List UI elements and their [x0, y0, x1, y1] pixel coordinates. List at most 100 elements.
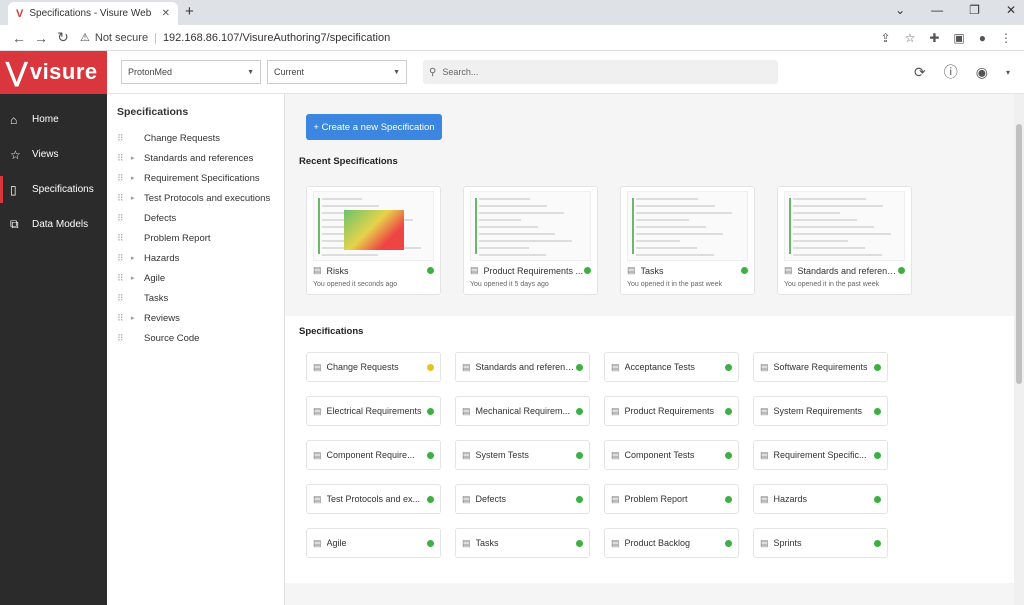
spec-card[interactable]: ▤ Product Requirements — [604, 396, 739, 426]
drag-handle-icon[interactable]: ⠿ — [117, 213, 131, 224]
expand-arrow-icon[interactable]: ▸ — [131, 254, 144, 262]
drag-handle-icon[interactable]: ⠿ — [117, 153, 131, 164]
search-input[interactable]: ⚲ Search... — [423, 60, 778, 84]
spec-card[interactable]: ▤ System Tests — [455, 440, 590, 470]
drag-handle-icon[interactable]: ⠿ — [117, 233, 131, 244]
expand-arrow-icon[interactable]: ▸ — [131, 154, 144, 162]
spec-card[interactable]: ▤ Mechanical Requirem... — [455, 396, 590, 426]
back-icon[interactable]: ← — [8, 30, 30, 46]
spec-card[interactable]: ▤ Hazards — [753, 484, 888, 514]
tree-item[interactable]: ⠿ Defects — [117, 208, 284, 228]
tree-item[interactable]: ⠿ ▸ Hazards — [117, 248, 284, 268]
refresh-icon[interactable]: ⟳ — [914, 64, 926, 81]
recent-spec-card[interactable]: ▤ Tasks You opened it in the past week — [620, 186, 755, 295]
visure-logo[interactable]: ⋁ visure — [0, 50, 107, 94]
spec-card[interactable]: ▤ Sprints — [753, 528, 888, 558]
minimize-icon[interactable]: — — [931, 3, 943, 17]
spec-card[interactable]: ▤ Agile — [306, 528, 441, 558]
tab-close-icon[interactable]: ✕ — [162, 8, 170, 19]
tree-item[interactable]: ⠿ ▸ Agile — [117, 268, 284, 288]
spec-card[interactable]: ▤ Requirement Specific... — [753, 440, 888, 470]
window-close-icon[interactable]: ✕ — [1006, 3, 1016, 17]
document-icon: ▤ — [760, 537, 769, 548]
spec-card[interactable]: ▤ Problem Report — [604, 484, 739, 514]
spec-name: Agile — [326, 538, 347, 548]
forward-icon[interactable]: → — [30, 30, 52, 46]
spec-card[interactable]: ▤ Software Requirements — [753, 352, 888, 382]
spec-card[interactable]: ▤ Standards and references — [455, 352, 590, 382]
spec-card[interactable]: ▤ Defects — [455, 484, 590, 514]
drag-handle-icon[interactable]: ⠿ — [117, 293, 131, 304]
project-select[interactable]: ProtonMed ▼ — [121, 60, 261, 84]
reload-icon[interactable]: ↻ — [52, 29, 74, 46]
expand-arrow-icon[interactable]: ▸ — [131, 314, 144, 322]
spec-card[interactable]: ▤ Component Tests — [604, 440, 739, 470]
drag-handle-icon[interactable]: ⠿ — [117, 193, 131, 204]
tab-search-icon[interactable]: ⌄ — [895, 3, 905, 17]
drag-handle-icon[interactable]: ⠿ — [117, 273, 131, 284]
sidebar-item-views[interactable]: ☆ Views — [0, 137, 107, 172]
restore-icon[interactable]: ❐ — [969, 3, 980, 17]
tree-item[interactable]: ⠿ ▸ Reviews — [117, 308, 284, 328]
document-icon: ▤ — [784, 265, 793, 275]
status-dot — [427, 407, 434, 415]
tree-item[interactable]: ⠿ Problem Report — [117, 228, 284, 248]
spec-card[interactable]: ▤ Electrical Requirements — [306, 396, 441, 426]
spec-card[interactable]: ▤ Acceptance Tests — [604, 352, 739, 382]
expand-arrow-icon[interactable]: ▸ — [131, 194, 144, 202]
spec-card[interactable]: ▤ Product Backlog — [604, 528, 739, 558]
spec-card[interactable]: ▤ System Requirements — [753, 396, 888, 426]
browser-menu-icon[interactable]: ⋮ — [1000, 31, 1012, 45]
help-icon[interactable]: ⓘ — [944, 62, 958, 82]
extensions-icon[interactable]: ✚ — [929, 31, 939, 45]
sidepanel-icon[interactable]: ▣ — [953, 31, 964, 45]
url-input[interactable]: ⚠ Not secure | 192.168.86.107/VisureAuth… — [80, 31, 881, 45]
drag-handle-icon[interactable]: ⠿ — [117, 173, 131, 184]
sidebar-item-specifications[interactable]: ▯ Specifications — [0, 172, 107, 207]
recent-spec-card[interactable]: ▤ Product Requirements ... You opened it 5… — [463, 186, 598, 295]
status-dot — [576, 539, 583, 547]
scrollbar-thumb[interactable] — [1016, 124, 1022, 384]
recent-spec-opened: You opened it in the past week — [627, 281, 723, 288]
drag-handle-icon[interactable]: ⠿ — [117, 333, 131, 344]
version-select[interactable]: Current ▼ — [267, 60, 407, 84]
user-menu-chevron-icon[interactable]: ▾ — [1006, 68, 1010, 77]
profile-icon[interactable]: ● — [979, 31, 986, 45]
new-tab-icon[interactable]: + — [185, 3, 194, 20]
recent-spec-card[interactable]: ▤ Risks You opened it seconds ago — [306, 186, 441, 295]
header-actions: ⟳ ⓘ ◉ ▾ — [914, 62, 1024, 82]
content-scrollbar[interactable] — [1014, 94, 1024, 605]
spec-card[interactable]: ▤ Change Requests — [306, 352, 441, 382]
spec-card[interactable]: ▤ Tasks — [455, 528, 590, 558]
tree-item[interactable]: ⠿ Source Code — [117, 328, 284, 348]
expand-arrow-icon[interactable]: ▸ — [131, 274, 144, 282]
spec-name: Test Protocols and ex... — [326, 494, 421, 504]
sidebar-item-data-models[interactable]: ⧉ Data Models — [0, 207, 107, 242]
spec-card[interactable]: ▤ Test Protocols and ex... — [306, 484, 441, 514]
recent-spec-card[interactable]: ▤ Standards and references You opened it i… — [777, 186, 912, 295]
document-icon: ▤ — [760, 449, 769, 460]
status-dot — [576, 495, 583, 503]
tree-item[interactable]: ⠿ ▸ Standards and references — [117, 148, 284, 168]
drag-handle-icon[interactable]: ⠿ — [117, 133, 131, 144]
drag-handle-icon[interactable]: ⠿ — [117, 253, 131, 264]
spec-name: Product Backlog — [624, 538, 691, 548]
tree-item[interactable]: ⠿ ▸ Test Protocols and executions — [117, 188, 284, 208]
tree-item[interactable]: ⠿ Tasks — [117, 288, 284, 308]
drag-handle-icon[interactable]: ⠿ — [117, 313, 131, 324]
user-avatar-icon[interactable]: ◉ — [976, 64, 988, 81]
status-dot — [725, 451, 732, 459]
spec-card[interactable]: ▤ Component Require... — [306, 440, 441, 470]
create-specification-button[interactable]: + Create a new Specification — [306, 114, 442, 140]
search-placeholder: Search... — [442, 67, 479, 77]
share-icon[interactable]: ⇪ — [881, 31, 891, 45]
browser-tab[interactable]: V Specifications - Visure Web ✕ — [8, 2, 178, 25]
bookmark-star-icon[interactable]: ☆ — [905, 31, 916, 45]
document-icon: ▤ — [313, 493, 322, 504]
tab-title: Specifications - Visure Web — [29, 8, 152, 19]
expand-arrow-icon[interactable]: ▸ — [131, 174, 144, 182]
tree-item[interactable]: ⠿ Change Requests — [117, 128, 284, 148]
sidebar-item-home[interactable]: ⌂ Home — [0, 102, 107, 137]
app-header: ⋁ visure ProtonMed ▼ Current ▼ ⚲ Search.… — [0, 50, 1024, 94]
tree-item[interactable]: ⠿ ▸ Requirement Specifications — [117, 168, 284, 188]
